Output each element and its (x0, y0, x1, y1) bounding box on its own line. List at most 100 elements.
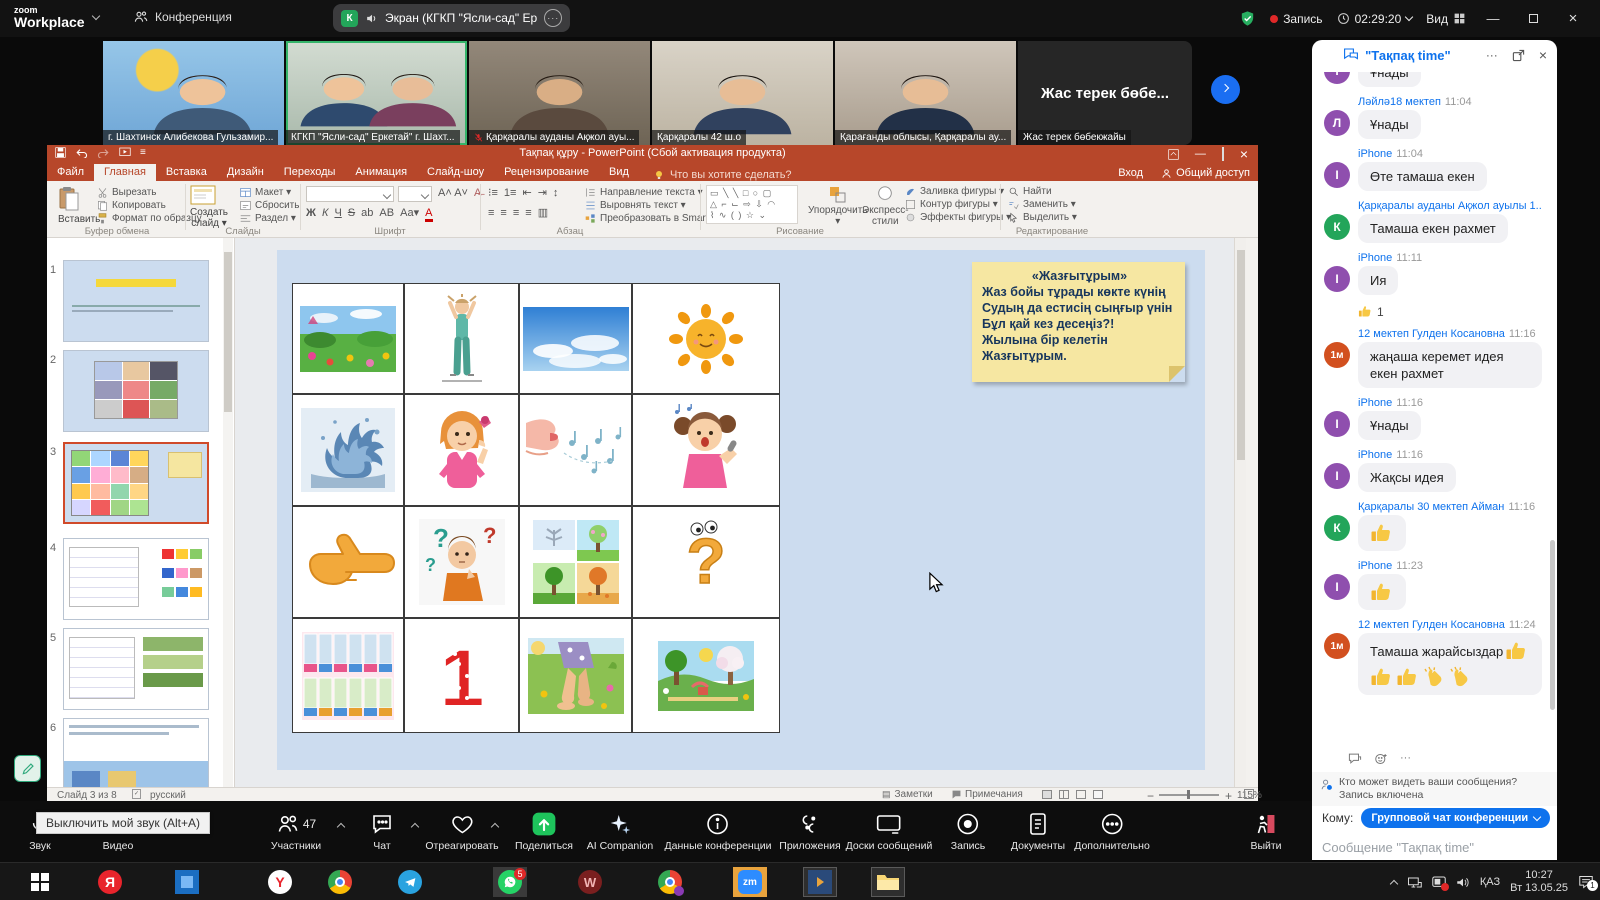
layout-button[interactable]: Макет ▾ (240, 187, 291, 198)
taskbar-app-w-office[interactable]: W (573, 867, 607, 897)
grid-cell-stretching-exercise[interactable] (404, 283, 519, 394)
video-tile[interactable]: Қарағанды облысы, Қарқаралы ау... (835, 41, 1016, 145)
taskbar-app-chrome[interactable] (323, 867, 357, 897)
grid-cell-four-seasons[interactable] (519, 506, 632, 618)
grid-cell-question-mark-character[interactable]: ? (632, 506, 780, 618)
shape-fill-button[interactable]: Заливка фигуры ▾ (905, 186, 1004, 197)
section-button[interactable]: Раздел ▾ (240, 213, 296, 224)
tab-файл[interactable]: Файл (47, 164, 94, 181)
more-toolbar-button[interactable]: Дополнительно (1074, 811, 1150, 852)
chat-toolbar-button[interactable]: Чат (370, 811, 394, 852)
replace-button[interactable]: Заменить ▾ (1008, 199, 1076, 210)
annotation-pencil-tool[interactable] (14, 755, 41, 782)
grid-cell-listening-girl[interactable] (404, 394, 519, 506)
new-slide-button[interactable]: Создатьслайд ▾ (190, 185, 228, 229)
grid-cell-smiling-sun[interactable] (632, 283, 780, 394)
spellcheck-icon[interactable]: ✓ (132, 789, 141, 799)
slide-thumbnail-5[interactable] (63, 628, 209, 710)
font-name-select[interactable] (306, 186, 394, 202)
pop-out-icon[interactable] (1512, 49, 1525, 62)
slide-canvas[interactable]: ????1 «Жазғытұрым» Жаз бойы тұрады көкте… (277, 250, 1205, 770)
taskbar-clock[interactable]: 10:27 Вт 13.05.25 (1510, 869, 1568, 895)
chat-input[interactable]: Сообщение "Тақпақ time" (1322, 840, 1474, 855)
network-icon[interactable] (1407, 876, 1422, 889)
shared-screen-pill[interactable]: К Экран (КГКП "Ясли-сад" Ер ··· (333, 4, 570, 32)
tab-слайд-шоу[interactable]: Слайд-шоу (417, 164, 494, 181)
video-tile[interactable]: КГКП "Ясли-сад" Еркетай" г. Шахт... (286, 41, 467, 145)
more-actions-icon[interactable]: ··· (1400, 752, 1411, 766)
chevron-down-icon[interactable] (91, 12, 99, 20)
taskbar-app-telegram[interactable] (393, 867, 427, 897)
taskbar-app-chrome-2[interactable] (653, 867, 687, 897)
grid-cell-thinking-boy-questions[interactable]: ??? (404, 506, 519, 618)
meeting-timer[interactable]: 02:29:20 (1337, 12, 1413, 26)
customize-qat-icon[interactable]: ≡ (140, 147, 146, 158)
taskbar-app-zoom[interactable]: zm (733, 867, 767, 897)
slide-thumbnail-1[interactable] (63, 260, 209, 342)
grid-cell-blowing-mouth-notes[interactable] (519, 394, 632, 506)
taskbar-app-photos[interactable] (170, 867, 204, 897)
grid-cell-girl-singing-microphone[interactable] (632, 394, 780, 506)
grid-cell-blue-sky[interactable] (519, 283, 632, 394)
zoom-slider-thumb[interactable] (1187, 790, 1190, 799)
grid-cell-pointing-hand[interactable] (292, 506, 404, 618)
tab-анимация[interactable]: Анимация (345, 164, 417, 181)
share-toolbar-button[interactable]: Поделиться (515, 811, 573, 852)
paste-button[interactable]: Вставить (58, 186, 100, 225)
undo-icon[interactable] (75, 147, 88, 158)
shape-outline-button[interactable]: Контур фигуры ▾ (905, 199, 998, 210)
record-toolbar-button[interactable]: Запись (951, 811, 985, 852)
info-toolbar-button[interactable]: Данные конференции (665, 811, 772, 852)
more-options-icon[interactable]: ··· (544, 9, 562, 27)
sign-in-button[interactable]: Вход (1118, 167, 1143, 179)
chevron-up-icon[interactable] (337, 823, 345, 831)
grid-cell-spring-landscape[interactable] (632, 618, 780, 733)
view-button[interactable]: Вид (1426, 12, 1466, 26)
ribbon-options-icon[interactable] (1168, 149, 1179, 160)
chevron-up-icon[interactable] (411, 823, 419, 831)
slide-thumbnail-3[interactable] (63, 442, 209, 524)
tab-вид[interactable]: Вид (599, 164, 639, 181)
language-indicator[interactable]: русский (150, 790, 186, 801)
select-button[interactable]: Выделить ▾ (1008, 212, 1077, 223)
reply-icon[interactable] (1348, 752, 1362, 766)
chat-scrollbar[interactable] (1550, 540, 1555, 710)
sticky-note[interactable]: «Жазғытұрым» Жаз бойы тұрады көкте күнің… (972, 262, 1185, 382)
comments-button[interactable]: Примечания (952, 789, 1023, 800)
minimize-button[interactable]: — (1480, 9, 1506, 29)
taskbar-app-explorer[interactable] (871, 867, 905, 897)
tab-вставка[interactable]: Вставка (156, 164, 217, 181)
tell-me-box[interactable]: Что вы хотите сделать? (639, 169, 792, 181)
taskbar-app-start[interactable] (23, 867, 57, 897)
quick-styles-button[interactable]: Экспресс-стили (862, 185, 909, 227)
slide-thumbnail-2[interactable] (63, 350, 209, 432)
docs-toolbar-button[interactable]: Документы (1011, 811, 1065, 852)
taskbar-app-yandex-browser[interactable]: Y (263, 867, 297, 897)
paragraph-list-buttons[interactable]: ⁝≡1≡⇤⇥↕ (488, 186, 564, 199)
tab-дизайн[interactable]: Дизайн (217, 164, 274, 181)
copy-button[interactable]: Копировать (97, 200, 166, 211)
video-tile[interactable]: Қарқаралы ауданы Ақжол ауы... (469, 41, 650, 145)
grid-cell-spring-meadow[interactable] (292, 283, 404, 394)
app-notification-icon[interactable] (1432, 876, 1446, 889)
text-direction-button[interactable]: Направление текста ▾ (585, 187, 703, 198)
grid-cell-number-one[interactable]: 1 (404, 618, 519, 733)
slideshow-icon[interactable] (119, 147, 131, 158)
grid-cell-month-cards[interactable] (292, 618, 404, 733)
font-size-select[interactable] (398, 186, 432, 202)
grid-cell-feet-on-grass[interactable] (519, 618, 632, 733)
taskbar-app-films[interactable] (803, 867, 837, 897)
font-style-buttons[interactable]: ЖКЧSabАВАа▾А (306, 206, 439, 219)
paragraph-align-buttons[interactable]: ≡≡≡≡▥ (488, 206, 554, 219)
language-switcher[interactable]: ҚАЗ (1480, 876, 1500, 888)
board-toolbar-button[interactable]: Доски сообщений (846, 811, 933, 852)
view-switcher[interactable] (1042, 790, 1103, 799)
share-button[interactable]: Общий доступ (1161, 167, 1250, 179)
tab-переходы[interactable]: Переходы (274, 164, 346, 181)
recipient-selector[interactable]: Групповой чат конференции (1361, 808, 1550, 828)
ai-toolbar-button[interactable]: AI Companion (587, 811, 654, 852)
tab-главная[interactable]: Главная (94, 164, 156, 181)
gallery-next-button[interactable] (1211, 75, 1240, 104)
video-tile[interactable]: Қарқаралы 42 ш.о (652, 41, 833, 145)
restore-button[interactable] (1520, 9, 1546, 29)
